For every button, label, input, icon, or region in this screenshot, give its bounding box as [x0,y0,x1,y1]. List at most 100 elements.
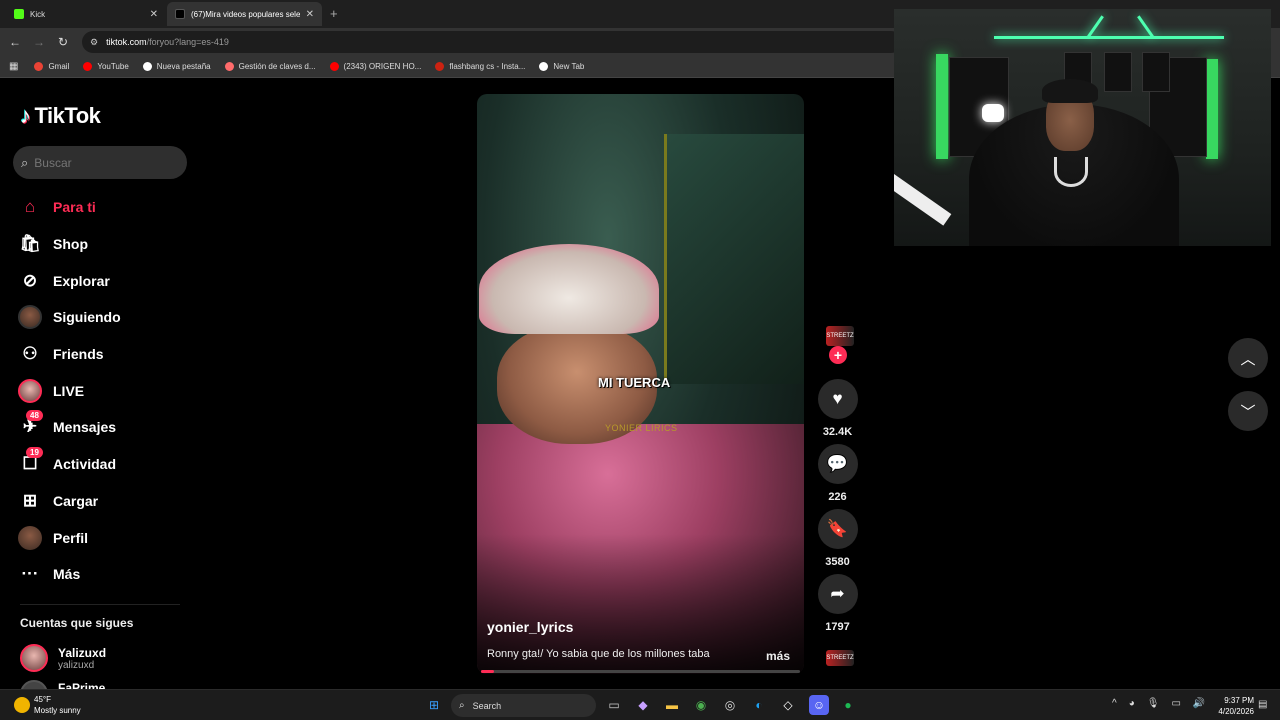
microphone-icon[interactable]: 🎙 [1147,698,1160,709]
following-account-item[interactable]: FaPrime [20,680,105,689]
tiktok-logo[interactable]: ♪ TikTok [20,103,101,129]
bookmark-gestion-claves[interactable]: Gestión de claves d... [224,62,316,71]
tab-tiktok[interactable]: (67)Mira videos populares sele ✕ [167,2,322,26]
share-action[interactable]: ➦ 1797 [817,574,858,633]
new-tab-button[interactable]: + [330,6,338,21]
sidebar-item-shop[interactable]: 🛍 Shop [17,226,187,263]
tab-kick[interactable]: Kick ✕ [6,2,166,26]
save-action[interactable]: 🔖 3580 [817,509,858,568]
file-explorer-icon[interactable]: ▬ [662,695,682,715]
bookmark-gmail[interactable]: Gmail [34,62,69,71]
obs-icon[interactable]: ◎ [720,695,740,715]
clock[interactable]: 9:37 PM 4/20/2026 [1212,695,1254,717]
like-count: 32.4K [822,426,853,438]
forward-icon[interactable]: → [27,35,51,49]
close-icon[interactable]: ✕ [150,9,158,20]
sidebar-item-mas[interactable]: ··· Más [17,556,187,593]
previous-video-button[interactable]: ︿ [1228,338,1268,378]
address-bar[interactable]: ⚙ tiktok.com /foryou?lang=es-419 [82,31,902,53]
home-icon: ⌂ [24,197,36,217]
weather-widget[interactable]: 45°F Mostly sunny [14,694,81,716]
video-progress-bar[interactable] [481,670,800,673]
bookmark-nueva-pestana[interactable]: Nueva pestaña [142,62,211,71]
globe-icon [142,62,152,71]
sidebar-item-label: LIVE [53,382,85,399]
brand-name: TikTok [34,103,101,128]
sidebar-item-explorar[interactable]: ⊘ Explorar [17,262,187,299]
creator-avatar[interactable]: STREETZ [826,326,854,346]
url-host: tiktok.com [106,37,147,47]
copilot-icon[interactable]: ◆ [633,695,653,715]
notification-icon[interactable]: ▤ [1258,699,1267,710]
sidebar-item-label: Shop [53,236,88,253]
network-icon[interactable]: ▭ [1171,698,1180,709]
volume-icon[interactable]: 🔊 [1193,698,1205,709]
search-icon: ⌕ [459,700,465,711]
bookmark-new-tab[interactable]: New Tab [539,62,584,71]
site-info-icon[interactable]: ⚙ [90,37,98,48]
led-strip [1137,15,1154,38]
bookmark-flashbang[interactable]: flashbang cs - Insta... [435,62,525,71]
more-button[interactable]: más [766,649,790,663]
tray-app-icon[interactable]: ◕ [1129,698,1135,709]
globe-icon [539,62,549,71]
sidebar-item-para-ti[interactable]: ⌂ Para ti [17,189,187,226]
activity-badge: 19 [26,447,43,459]
sidebar-item-siguiendo[interactable]: Siguiendo [17,299,187,336]
sidebar-item-cargar[interactable]: ⊞ Cargar [17,483,187,520]
tiktok-icon [175,9,185,19]
windows-start-icon[interactable]: ⊞ [424,695,444,715]
sidebar-item-perfil[interactable]: Perfil [17,519,187,556]
bookmark-label: Gmail [48,62,70,71]
live-avatar-wrap [17,378,43,404]
tab-title: Kick [30,9,46,19]
close-icon[interactable]: ✕ [306,9,314,20]
chevron-up-icon[interactable]: ^ [1112,698,1117,709]
compass-icon: ⊘ [22,270,38,290]
heart-icon[interactable]: ♥ [817,379,858,419]
task-view-icon[interactable]: ▭ [604,695,624,715]
spotify-icon[interactable]: ● [838,695,858,715]
bookmark-label: Gestión de claves d... [238,62,316,71]
music-disc[interactable]: STREETZ [826,650,854,666]
bookmark-origen[interactable]: (2343) ORIGEN HO... [329,62,421,71]
search-box[interactable]: ⌕ [13,146,187,179]
video-username[interactable]: yonier_lyrics [487,619,573,635]
messages-badge: 48 [26,410,43,422]
youtube-icon [329,62,339,71]
bookmark-youtube[interactable]: YouTube [83,62,129,71]
taskbar-search[interactable]: ⌕ Search [451,694,596,717]
follow-button[interactable]: + [829,346,847,364]
comment-icon[interactable]: 💬 [817,444,858,484]
sidebar-item-live[interactable]: LIVE [17,372,187,409]
following-avatar-wrap [17,304,43,330]
sidebar-item-label: Cargar [53,492,99,509]
apps-icon[interactable]: ▦ [9,61,18,72]
bookmark-label: YouTube [97,62,129,71]
search-input[interactable] [34,155,165,170]
sidebar-item-actividad[interactable]: ☐ 19 Actividad [17,446,187,483]
weather-condition: Mostly sunny [34,706,81,715]
sidebar-item-mensajes[interactable]: ✈ 48 Mensajes [17,409,187,446]
back-icon[interactable]: ← [3,35,27,49]
discord-icon[interactable]: ☺ [809,695,829,715]
bookmark-icon[interactable]: 🔖 [817,509,858,549]
share-icon[interactable]: ➦ [817,574,858,614]
taskbar: 45°F Mostly sunny ⊞ ⌕ Search ▭ ◆ ▬ ◉ ◎ ◐… [0,689,1280,720]
friends-icon: ⚇ [22,344,38,364]
sidebar-item-friends[interactable]: ⚇ Friends [17,336,187,373]
gmail-icon [34,62,44,71]
comment-action[interactable]: 💬 226 [817,444,858,503]
video-watermark: YONIER LIRICS [605,423,678,433]
video-description: Ronny gta!/ Yo sabia que de los millones… [487,648,710,660]
edge-icon[interactable]: ◐ [749,695,769,715]
app-icon[interactable]: ◇ [778,695,798,715]
bookmark-label: New Tab [553,62,585,71]
chrome-icon[interactable]: ◉ [691,695,711,715]
youtube-icon [83,62,93,71]
video-player[interactable]: MI TUERCA YONIER LIRICS yonier_lyrics Ro… [477,94,804,674]
next-video-button[interactable]: ﹀ [1228,391,1268,431]
reload-icon[interactable]: ↻ [51,35,75,49]
like-action[interactable]: ♥ 32.4K [817,379,858,438]
following-account-item[interactable]: Yalizuxd yalizuxd [20,644,106,672]
